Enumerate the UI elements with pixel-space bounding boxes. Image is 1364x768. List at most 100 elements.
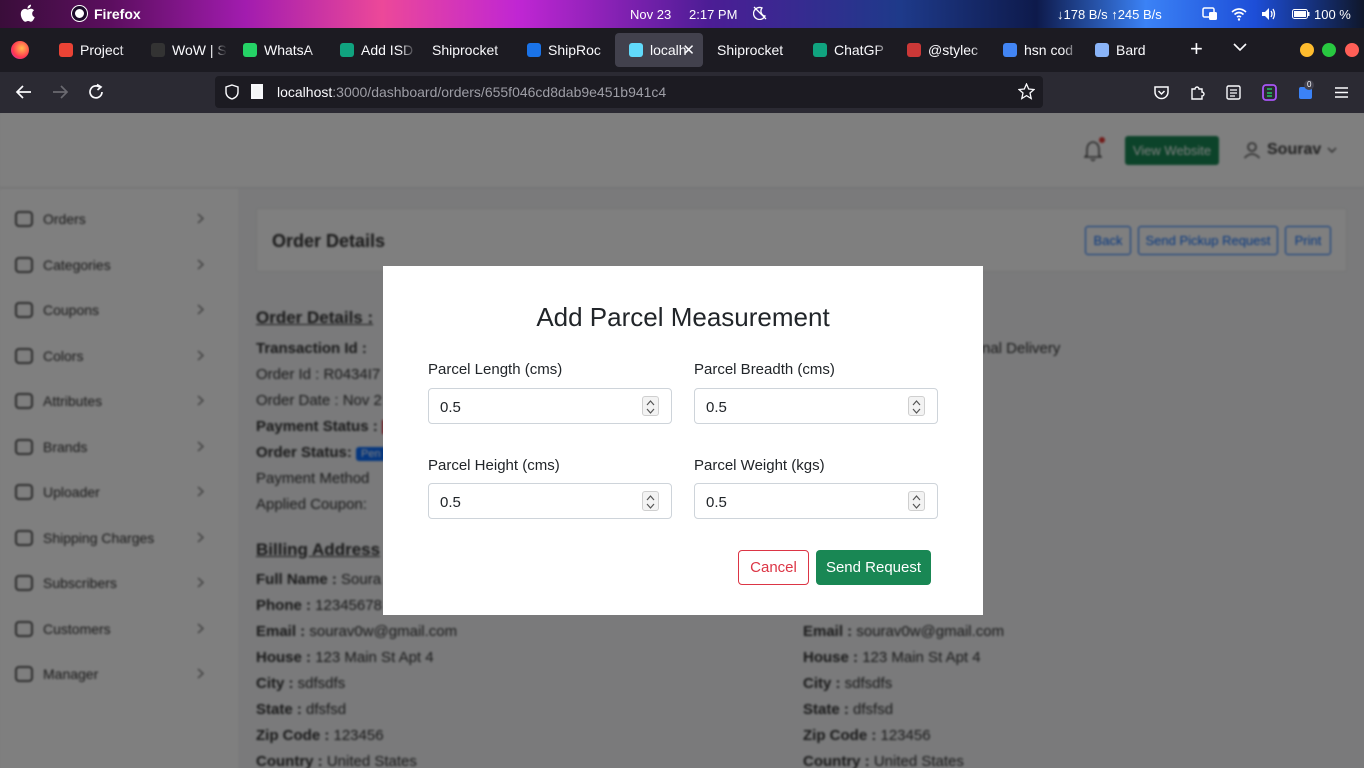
address-bar[interactable]: localhost:3000/dashboard/orders/655f046c… <box>215 76 1043 108</box>
forward-arrow-icon[interactable] <box>51 83 69 101</box>
parcel-weight-input[interactable] <box>706 492 886 512</box>
parcel-length-label: Parcel Length (cms) <box>428 361 563 378</box>
browser-tab[interactable]: ShipRoc <box>513 33 613 67</box>
stepper-down-icon[interactable] <box>646 408 655 414</box>
active-app-name[interactable]: Firefox <box>94 6 141 22</box>
wow-icon <box>151 43 165 57</box>
tracking-protection-shield-icon[interactable] <box>225 84 239 100</box>
parcel-height-label: Parcel Height (cms) <box>428 457 560 474</box>
page-info-icon[interactable] <box>251 84 263 99</box>
firefox-view-icon[interactable] <box>11 41 29 59</box>
stepper-up-icon[interactable] <box>912 495 921 501</box>
url-host: localhost <box>277 84 333 100</box>
number-stepper[interactable] <box>642 491 659 511</box>
stepper-up-icon[interactable] <box>912 400 921 406</box>
window-minimize-button[interactable] <box>1300 43 1314 57</box>
number-stepper[interactable] <box>642 396 659 416</box>
cancel-button[interactable]: Cancel <box>738 550 809 585</box>
menubar-time[interactable]: 2:17 PM <box>689 7 737 22</box>
url-path: :3000/dashboard/orders/655f046cd8dab9e45… <box>332 84 667 100</box>
menubar-date[interactable]: Nov 23 <box>630 7 671 22</box>
browser-tab[interactable]: Project <box>45 33 135 67</box>
volume-icon[interactable] <box>1261 7 1277 21</box>
stepper-up-icon[interactable] <box>646 400 655 406</box>
npm-icon <box>907 43 921 57</box>
bard-icon <box>1095 43 1109 57</box>
browser-tab[interactable]: WhatsA <box>229 33 324 67</box>
bookmark-star-icon[interactable] <box>1018 83 1035 100</box>
window-maximize-button[interactable] <box>1322 43 1336 57</box>
parcel-height-input[interactable] <box>440 492 620 512</box>
parcel-breadth-label: Parcel Breadth (cms) <box>694 361 835 378</box>
browser-tab[interactable]: Shiprocket <box>703 33 797 67</box>
parcel-height-field[interactable] <box>428 483 672 519</box>
extensions-puzzle-icon[interactable] <box>1189 84 1206 101</box>
parcel-length-input[interactable] <box>440 397 620 417</box>
browser-tab[interactable]: @stylec <box>893 33 987 67</box>
macos-menubar: Firefox Nov 23 2:17 PM ↓178 B/s ↑245 B/s… <box>0 0 1364 28</box>
browser-tab[interactable]: ChatGP <box>799 33 891 67</box>
tab-fade <box>211 33 227 67</box>
browser-tab[interactable]: localh ✕ <box>615 33 703 67</box>
new-tab-button[interactable]: + <box>1190 38 1203 60</box>
firefox-app-icon <box>72 6 87 21</box>
hamburger-menu-icon[interactable] <box>1333 84 1350 101</box>
tab-label: ShipRoc <box>548 42 601 58</box>
stepper-up-icon[interactable] <box>646 495 655 501</box>
parcel-weight-field[interactable] <box>694 483 938 519</box>
close-tab-icon[interactable]: ✕ <box>682 41 695 59</box>
tab-fade <box>308 33 324 67</box>
cp-icon <box>527 43 541 57</box>
number-stepper[interactable] <box>908 396 925 416</box>
tab-fade <box>875 33 891 67</box>
whatsapp-icon <box>243 43 257 57</box>
browser-tab[interactable]: hsn cod <box>989 33 1079 67</box>
stepper-down-icon[interactable] <box>912 408 921 414</box>
browser-tab[interactable]: WoW | S <box>137 33 227 67</box>
parcel-breadth-input[interactable] <box>706 397 886 417</box>
tab-fade <box>971 33 987 67</box>
tab-fade <box>781 33 797 67</box>
screen-mirror-icon[interactable] <box>1202 7 1218 21</box>
url-text[interactable]: localhost:3000/dashboard/orders/655f046c… <box>277 84 666 100</box>
chatgpt-icon <box>813 43 827 57</box>
stepper-down-icon[interactable] <box>646 503 655 509</box>
parcel-breadth-field[interactable] <box>694 388 938 424</box>
gmail-icon <box>59 43 73 57</box>
tab-label: WhatsA <box>264 42 314 58</box>
battery-percent: 100 % <box>1314 7 1351 22</box>
parcel-length-field[interactable] <box>428 388 672 424</box>
browser-tab-strip: Project WoW | S WhatsA Add ISD Shiprocket Shi… <box>0 28 1364 72</box>
tab-fade <box>119 33 135 67</box>
do-not-disturb-icon[interactable] <box>753 6 767 20</box>
stepper-down-icon[interactable] <box>912 503 921 509</box>
tab-fade <box>400 33 416 67</box>
add-parcel-measurement-modal: Add Parcel Measurement Parcel Length (cm… <box>383 266 983 615</box>
apple-logo-icon[interactable] <box>19 4 35 22</box>
tab-fade <box>495 33 511 67</box>
network-speed: ↓178 B/s ↑245 B/s <box>1057 7 1162 22</box>
wifi-icon[interactable] <box>1231 7 1247 21</box>
tab-fade <box>597 33 613 67</box>
window-close-button[interactable] <box>1345 43 1359 57</box>
tab-fade <box>1145 33 1161 67</box>
tab-fade <box>1063 33 1079 67</box>
reload-icon[interactable] <box>87 83 105 101</box>
google-icon <box>1003 43 1017 57</box>
extension-icon[interactable] <box>1261 84 1278 101</box>
list-all-tabs-icon[interactable] <box>1233 42 1247 52</box>
battery-icon[interactable] <box>1292 7 1310 21</box>
pocket-icon[interactable] <box>1153 84 1170 101</box>
tab-label: Project <box>80 42 124 58</box>
browser-tab[interactable]: Shiprocket <box>418 33 511 67</box>
chatgpt-icon <box>340 43 354 57</box>
reader-view-icon[interactable] <box>1225 84 1242 101</box>
tab-label: Bard <box>1116 42 1146 58</box>
send-request-button[interactable]: Send Request <box>816 550 931 585</box>
browser-tab[interactable]: Add ISD <box>326 33 416 67</box>
back-arrow-icon[interactable] <box>15 83 33 101</box>
tab-label: Shiprocket <box>432 42 499 58</box>
browser-tab[interactable]: Bard <box>1081 33 1161 67</box>
number-stepper[interactable] <box>908 491 925 511</box>
react-icon <box>629 43 643 57</box>
